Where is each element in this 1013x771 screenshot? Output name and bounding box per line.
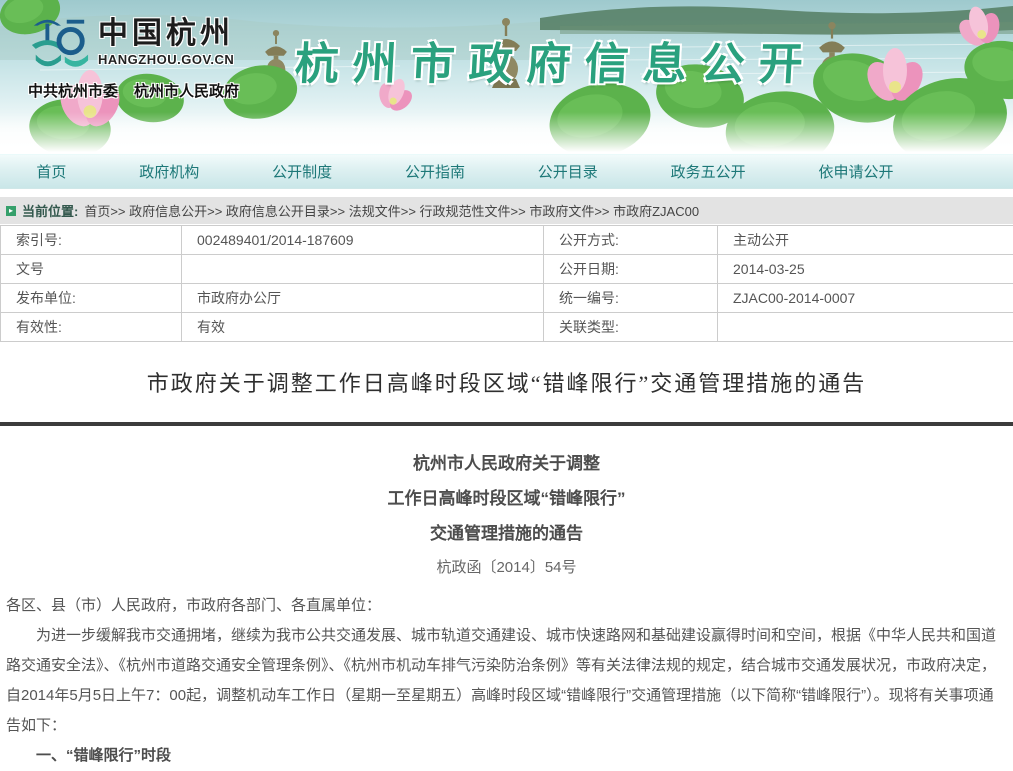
meta-label-open-date: 公开日期:	[544, 255, 718, 284]
breadcrumb-label: 当前位置:	[22, 201, 78, 220]
logo-url: HANGZHOU.GOV.CN	[98, 52, 234, 67]
table-row: 有效性: 有效 关联类型:	[1, 313, 1013, 342]
logo-sub-left: 中共杭州市委	[28, 83, 118, 100]
document-metadata-table: 索引号: 002489401/2014-187609 公开方式: 主动公开 文号…	[0, 225, 1013, 342]
notice-heading-line1: 杭州市人民政府关于调整	[6, 446, 1007, 481]
meta-value-validity: 有效	[182, 313, 544, 342]
meta-label-open-mode: 公开方式:	[544, 226, 718, 255]
section-1-heading: 一、“错峰限行”时段	[6, 741, 1007, 771]
logo-sub-right: 杭州市人民政府	[134, 83, 239, 100]
nav-item-home[interactable]: 首页	[36, 161, 66, 182]
meta-label-doc-no: 文号	[1, 255, 182, 284]
meta-value-open-mode: 主动公开	[718, 226, 1013, 255]
logo-title: 中国杭州	[98, 8, 234, 52]
breadcrumb-arrow-icon: ▸	[6, 206, 16, 216]
nav-item-disclosure-catalog[interactable]: 公开目录	[538, 161, 598, 182]
header-banner: 中国杭州 HANGZHOU.GOV.CN 中共杭州市委杭州市人民政府 杭州市政府…	[0, 0, 1013, 152]
salutation: 各区、县（市）人民政府，市政府各部门、各直属单位：	[6, 591, 1007, 621]
banner-site-title: 杭州市政府信息公开	[293, 28, 896, 92]
site-logo[interactable]: 中国杭州 HANGZHOU.GOV.CN 中共杭州市委杭州市人民政府	[28, 8, 258, 101]
page-title: 市政府关于调整工作日高峰时段区域“错峰限行”交通管理措施的通告	[0, 366, 1013, 398]
breadcrumb: ▸ 当前位置: 首页>> 政府信息公开>> 政府信息公开目录>> 法规文件>> …	[0, 197, 1013, 224]
meta-value-doc-no	[182, 255, 544, 284]
nav-item-disclosure-system[interactable]: 公开制度	[272, 161, 332, 182]
table-row: 索引号: 002489401/2014-187609 公开方式: 主动公开	[1, 226, 1013, 255]
meta-value-unified-no: ZJAC00-2014-0007	[718, 284, 1013, 313]
nav-item-gov-agencies[interactable]: 政府机构	[139, 161, 199, 182]
body-paragraph: 为进一步缓解我市交通拥堵，继续为我市公共交通发展、城市轨道交通建设、城市快速路网…	[6, 621, 1007, 741]
meta-value-index-no: 002489401/2014-187609	[182, 226, 544, 255]
nav-item-five-disclosures[interactable]: 政务五公开	[671, 161, 746, 182]
notice-heading-line2: 工作日高峰时段区域“错峰限行”	[6, 481, 1007, 516]
meta-label-validity: 有效性:	[1, 313, 182, 342]
meta-value-relation	[718, 313, 1013, 342]
nav-item-disclosure-guide[interactable]: 公开指南	[405, 161, 465, 182]
meta-value-issuer: 市政府办公厅	[182, 284, 544, 313]
table-row: 发布单位: 市政府办公厅 统一编号: ZJAC00-2014-0007	[1, 284, 1013, 313]
table-row: 文号 公开日期: 2014-03-25	[1, 255, 1013, 284]
meta-label-unified-no: 统一编号:	[544, 284, 718, 313]
notice-heading-line3: 交通管理措施的通告	[6, 516, 1007, 551]
meta-label-index-no: 索引号:	[1, 226, 182, 255]
main-navigation: 首页 政府机构 公开制度 公开指南 公开目录 政务五公开 依申请公开	[0, 154, 1013, 189]
breadcrumb-path[interactable]: 首页>> 政府信息公开>> 政府信息公开目录>> 法规文件>> 行政规范性文件>…	[84, 201, 699, 220]
doc-number: 杭政函〔2014〕54号	[6, 553, 1007, 583]
logo-subtitle: 中共杭州市委杭州市人民政府	[28, 80, 258, 101]
meta-value-open-date: 2014-03-25	[718, 255, 1013, 284]
hangzhou-pavilion-logo-icon	[28, 12, 90, 74]
notice-body: 杭州市人民政府关于调整 工作日高峰时段区域“错峰限行” 交通管理措施的通告 杭政…	[0, 426, 1013, 771]
meta-label-relation: 关联类型:	[544, 313, 718, 342]
meta-label-issuer: 发布单位:	[1, 284, 182, 313]
nav-item-disclosure-on-request[interactable]: 依申请公开	[818, 161, 893, 182]
